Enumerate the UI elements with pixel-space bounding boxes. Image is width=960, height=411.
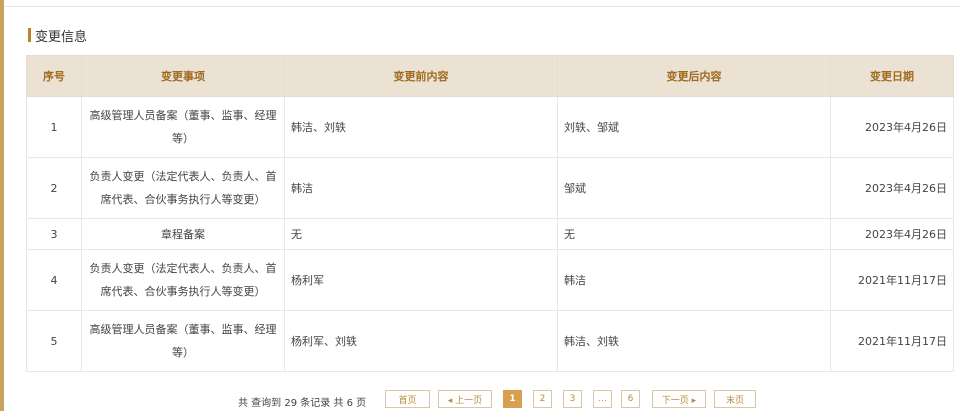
header-date: 变更日期 [830, 55, 954, 97]
cell-date: 2021年11月17日 [830, 310, 954, 372]
table-header-row: 序号 变更事项 变更前内容 变更后内容 变更日期 [26, 55, 954, 97]
last-page-button[interactable]: 末页 [714, 390, 756, 408]
cell-before: 无 [284, 218, 558, 250]
cell-index: 5 [26, 310, 82, 372]
next-page-button[interactable]: 下一页 ▸ [652, 390, 706, 408]
cell-item: 负责人变更（法定代表人、负责人、首席代表、合伙事务执行人等变更） [81, 157, 285, 219]
pagination: 共 查询到 29 条记录 共 6 页 首页 ◂ 上一页 1 2 3 ... 6 … [0, 390, 960, 410]
first-page-button[interactable]: 首页 [385, 390, 430, 408]
page-button-1[interactable]: 1 [503, 390, 522, 408]
title-marker [28, 28, 31, 42]
cell-before: 杨利军 [284, 249, 558, 311]
top-divider [4, 6, 960, 7]
page-ellipsis: ... [593, 390, 612, 408]
pagination-info: 共 查询到 29 条记录 共 6 页 [238, 398, 367, 409]
page-button-3[interactable]: 3 [563, 390, 582, 408]
header-before: 变更前内容 [284, 55, 558, 97]
cell-before: 韩洁 [284, 157, 558, 219]
cell-index: 3 [26, 218, 82, 250]
cell-index: 4 [26, 249, 82, 311]
cell-after: 韩洁 [557, 249, 831, 311]
header-after: 变更后内容 [557, 55, 831, 97]
cell-before: 韩洁、刘轶 [284, 96, 558, 158]
cell-item: 高级管理人员备案（董事、监事、经理等） [81, 310, 285, 372]
cell-item: 负责人变更（法定代表人、负责人、首席代表、合伙事务执行人等变更） [81, 249, 285, 311]
cell-index: 1 [26, 96, 82, 158]
header-index: 序号 [26, 55, 82, 97]
table-row: 1 高级管理人员备案（董事、监事、经理等） 韩洁、刘轶 刘轶、邹斌 2023年4… [26, 96, 954, 158]
cell-index: 2 [26, 157, 82, 219]
header-item: 变更事项 [81, 55, 285, 97]
change-info-table: 序号 变更事项 变更前内容 变更后内容 变更日期 1 高级管理人员备案（董事、监… [26, 55, 954, 372]
table-row: 5 高级管理人员备案（董事、监事、经理等） 杨利军、刘轶 韩洁、刘轶 2021年… [26, 310, 954, 372]
cell-date: 2023年4月26日 [830, 218, 954, 250]
cell-item: 高级管理人员备案（董事、监事、经理等） [81, 96, 285, 158]
cell-date: 2021年11月17日 [830, 249, 954, 311]
section-header: 变更信息 [28, 27, 88, 45]
cell-after: 邹斌 [557, 157, 831, 219]
page-button-2[interactable]: 2 [533, 390, 552, 408]
table-row: 3 章程备案 无 无 2023年4月26日 [26, 218, 954, 250]
cell-after: 刘轶、邹斌 [557, 96, 831, 158]
left-accent-rail [0, 0, 4, 411]
prev-page-button[interactable]: ◂ 上一页 [438, 390, 492, 408]
table-row: 4 负责人变更（法定代表人、负责人、首席代表、合伙事务执行人等变更） 杨利军 韩… [26, 249, 954, 311]
section-title: 变更信息 [35, 29, 88, 45]
page-button-6[interactable]: 6 [621, 390, 640, 408]
cell-date: 2023年4月26日 [830, 96, 954, 158]
cell-after: 韩洁、刘轶 [557, 310, 831, 372]
table-row: 2 负责人变更（法定代表人、负责人、首席代表、合伙事务执行人等变更） 韩洁 邹斌… [26, 157, 954, 219]
cell-before: 杨利军、刘轶 [284, 310, 558, 372]
cell-after: 无 [557, 218, 831, 250]
cell-date: 2023年4月26日 [830, 157, 954, 219]
cell-item: 章程备案 [81, 218, 285, 250]
